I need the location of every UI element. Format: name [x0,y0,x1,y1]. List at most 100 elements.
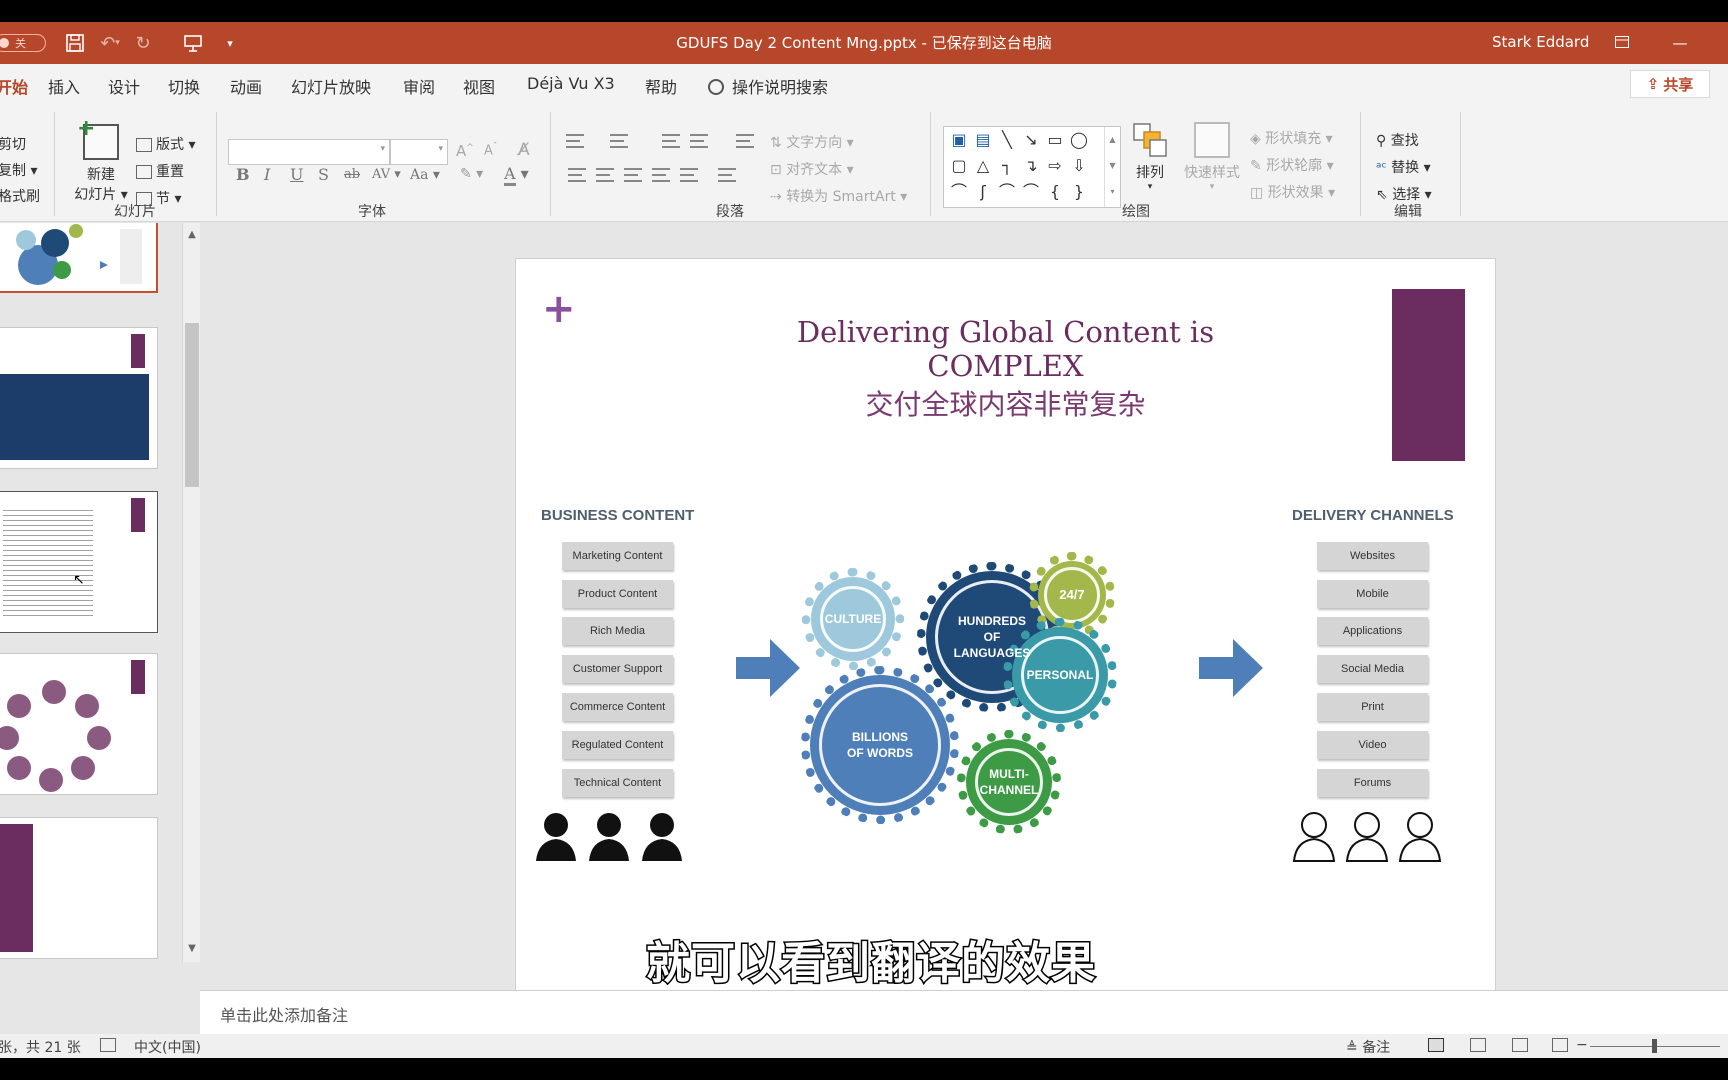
tab-review[interactable]: 审阅 [403,74,435,98]
tab-dejavu[interactable]: Déjà Vu X3 [527,74,615,93]
new-slide-button[interactable]: + 新建 幻灯片 ▾ [70,116,132,204]
spelling-check-icon[interactable] [100,1038,116,1052]
increase-indent-icon[interactable] [690,134,708,148]
strikethrough-icon[interactable]: ab [344,167,360,182]
copy-button[interactable]: 复制 ▾ [0,160,37,180]
normal-view-icon[interactable] [1428,1038,1444,1052]
align-left-icon[interactable] [568,168,586,182]
right-arrow-shape-icon[interactable]: ⇨ [1046,157,1064,175]
text-direction-button[interactable]: ⇅ 文字方向 ▾ [770,132,854,152]
group-separator [550,112,551,216]
scroll-up-icon[interactable]: ▲ [185,229,199,243]
tab-animations[interactable]: 动画 [230,74,262,98]
reading-view-icon[interactable] [1512,1038,1528,1052]
slide-thumbnail[interactable] [0,223,158,293]
highlight-icon[interactable]: ✎ ▾ [460,166,483,182]
grow-font-icon[interactable]: A^ [456,142,474,160]
shrink-font-icon[interactable]: Aˇ [484,142,497,158]
find-button[interactable]: ⚲ 查找 [1376,130,1419,150]
share-label: 共享 [1663,75,1694,94]
scroll-thumb[interactable] [185,323,199,487]
shape-fill-button[interactable]: ◈ 形状填充 ▾ [1250,128,1333,148]
slide-canvas[interactable]: + Delivering Global Content is COMPLEX 交… [515,258,1496,995]
format-painter-button[interactable]: 格式刷 [0,186,40,206]
status-bar: 张，共 21 张 中文(中国) ≜ 备注 − [0,1034,1728,1058]
quick-styles-button[interactable]: 快速样式 ▾ [1180,122,1244,192]
ribbon-display-options-icon[interactable] [1602,30,1642,56]
slide-thumbnail[interactable] [0,817,158,959]
right-brace-shape-icon[interactable]: } [1070,183,1088,201]
font-color-icon[interactable]: A ▾ [504,164,529,186]
elbow-connector-icon[interactable]: ┐ [998,157,1016,175]
slide-thumbnail[interactable] [0,653,158,795]
line-spacing-icon[interactable] [736,134,754,148]
curve-shape-icon[interactable]: ⌒ [998,183,1016,201]
slide-thumbnail[interactable]: ↖ [0,491,158,633]
notes-toggle[interactable]: ≜ 备注 [1346,1037,1390,1057]
char-spacing-icon[interactable]: AV ▾ [372,167,401,182]
triangle-shape-icon[interactable]: △ [974,157,992,175]
minimize-icon[interactable]: — [1660,30,1700,56]
share-button[interactable]: ⇪ 共享 [1630,70,1710,98]
slideshow-view-icon[interactable] [1552,1038,1568,1052]
arrange-button[interactable]: 排列 ▾ [1130,122,1170,192]
underline-icon[interactable]: U [290,165,303,184]
left-brace-shape-icon[interactable]: { [1046,183,1064,201]
zoom-slider-knob[interactable] [1652,1039,1657,1053]
slide-sorter-icon[interactable] [1470,1038,1486,1052]
tab-home[interactable]: 开始 [0,74,28,98]
smartart-button[interactable]: ⇢ 转换为 SmartArt ▾ [770,186,907,206]
arc-shape-icon[interactable]: ⌒ [1022,183,1040,201]
reset-button[interactable]: 重置 [136,161,184,181]
align-right-icon[interactable] [624,168,642,182]
rectangle-shape-icon[interactable]: ▭ [1046,131,1064,149]
vertical-textbox-shape-icon[interactable]: ▤ [974,131,992,149]
font-family-select[interactable]: ▾ [228,139,390,165]
down-arrow-shape-icon[interactable]: ⇩ [1070,157,1088,175]
change-case-icon[interactable]: Aa ▾ [410,167,440,183]
notes-placeholder[interactable]: 单击此处添加备注 [220,1002,348,1026]
layout-button[interactable]: 版式 ▾ [136,134,195,154]
thumbnails-scrollbar[interactable]: ▲ ▼ [182,223,200,962]
tell-me-search[interactable]: 操作说明搜索 [708,74,828,98]
textbox-shape-icon[interactable]: ▣ [950,131,968,149]
gallery-scroll[interactable]: ▲ ▼ ▾ [1104,127,1120,207]
elbow-arrow-icon[interactable]: ↴ [1022,157,1040,175]
shape-effects-button[interactable]: ◫ 形状效果 ▾ [1250,182,1335,202]
tab-view[interactable]: 视图 [463,74,495,98]
rounded-rect-shape-icon[interactable]: ▢ [950,157,968,175]
user-name[interactable]: Stark Eddard [1492,33,1589,51]
freeform-shape-icon[interactable]: ⌒ [950,183,968,201]
oval-shape-icon[interactable]: ◯ [1070,131,1088,149]
replace-button[interactable]: ᵃᶜ 替换 ▾ [1376,157,1431,177]
align-center-icon[interactable] [596,168,614,182]
align-text-button[interactable]: ⊡ 对齐文本 ▾ [770,159,854,179]
shape-outline-button[interactable]: ✎ 形状轮廓 ▾ [1250,155,1334,175]
shapes-gallery[interactable]: ▣ ▤ ╲ ↘ ▭ ◯ ▢ △ ┐ ↴ ⇨ ⇩ ⌒ ʃ ⌒ ⌒ { } ▲ ▼ ▾ [943,126,1121,208]
cut-button[interactable]: 剪切 [0,134,26,154]
notes-pane[interactable]: 单击此处添加备注 [200,990,1728,1034]
tab-design[interactable]: 设计 [108,74,140,98]
distributed-icon[interactable] [680,168,698,182]
line-shape-icon[interactable]: ╲ [998,131,1016,149]
slide-thumbnail[interactable] [0,327,158,469]
justify-icon[interactable] [652,168,670,182]
font-size-select[interactable]: ▾ [390,139,448,165]
scribble-shape-icon[interactable]: ʃ [974,183,992,201]
shadow-icon[interactable]: S [318,165,329,184]
clear-format-icon[interactable]: A̸ [518,140,530,160]
italic-icon[interactable]: I [264,165,270,184]
columns-icon[interactable] [718,168,736,182]
tab-insert[interactable]: 插入 [48,74,80,98]
bullets-icon[interactable] [566,134,584,148]
decrease-indent-icon[interactable] [662,134,680,148]
scroll-down-icon[interactable]: ▼ [185,943,199,957]
bold-icon[interactable]: B [236,165,250,184]
zoom-out-icon[interactable]: − [1576,1037,1588,1053]
language-indicator[interactable]: 中文(中国) [134,1037,201,1057]
numbering-icon[interactable] [610,134,628,148]
tab-transitions[interactable]: 切换 [168,74,200,98]
tab-help[interactable]: 帮助 [645,74,677,98]
tab-slideshow[interactable]: 幻灯片放映 [291,74,371,98]
arrow-line-shape-icon[interactable]: ↘ [1022,131,1040,149]
